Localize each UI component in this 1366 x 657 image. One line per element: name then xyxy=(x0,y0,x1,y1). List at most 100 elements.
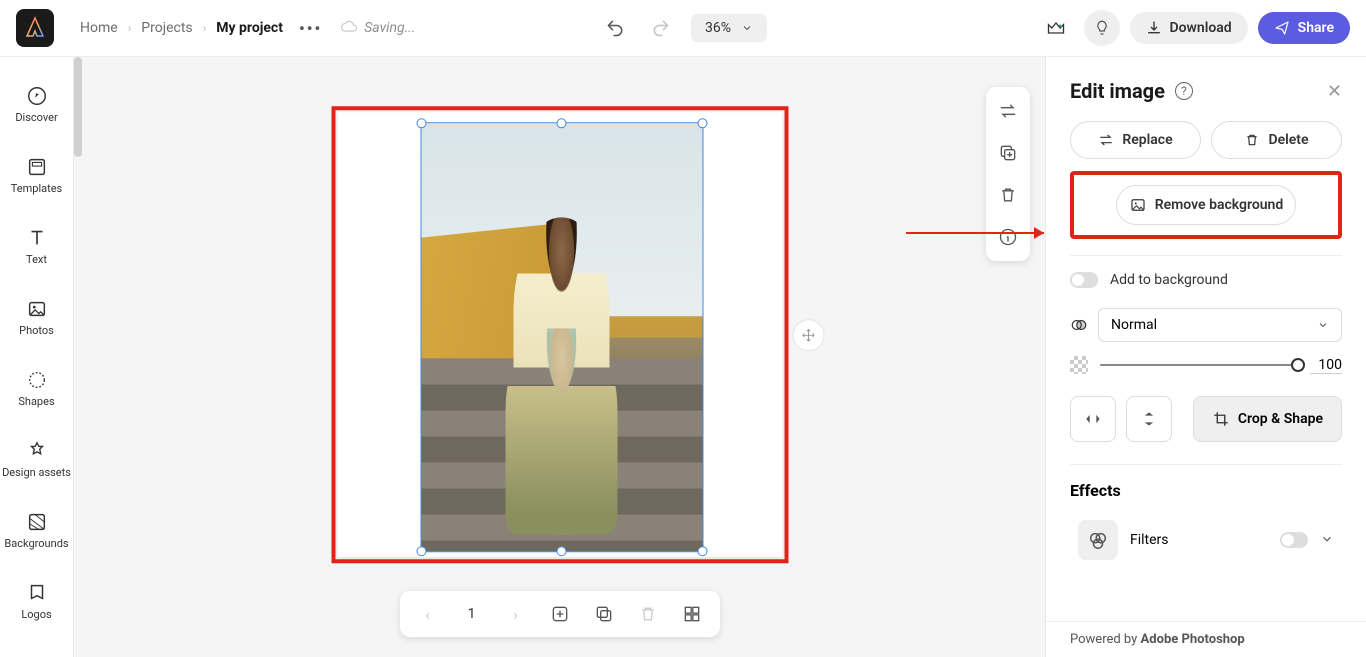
duplicate-button[interactable] xyxy=(992,137,1024,169)
share-label: Share xyxy=(1298,20,1334,36)
app-logo[interactable] xyxy=(16,9,54,47)
flip-v-icon xyxy=(1139,409,1159,429)
add-page-button[interactable] xyxy=(542,596,578,632)
footer-prefix: Powered by xyxy=(1070,632,1141,647)
swap-button[interactable] xyxy=(992,95,1024,127)
crown-icon xyxy=(1046,18,1066,38)
expand-filters-button[interactable] xyxy=(1320,531,1334,550)
premium-button[interactable] xyxy=(1038,10,1074,46)
crop-icon xyxy=(1212,410,1230,428)
resize-handle[interactable] xyxy=(697,118,707,128)
rail-label: Shapes xyxy=(18,395,54,408)
resize-handle[interactable] xyxy=(697,546,707,556)
rail-label: Photos xyxy=(19,324,54,337)
chevron-down-icon xyxy=(1317,319,1329,331)
breadcrumb-projects[interactable]: Projects xyxy=(135,16,198,40)
rail-backgrounds[interactable]: Backgrounds xyxy=(0,511,73,550)
zoom-dropdown[interactable]: 36% xyxy=(691,14,767,42)
panel-header: Edit image ? ✕ xyxy=(1070,79,1342,103)
opacity-value[interactable]: 100 xyxy=(1310,357,1342,374)
context-toolbar xyxy=(986,87,1030,261)
help-button[interactable]: ? xyxy=(1175,82,1193,100)
plus-square-icon xyxy=(550,604,570,624)
panel-title: Edit image xyxy=(1070,79,1165,103)
slider-thumb[interactable] xyxy=(1291,358,1305,372)
rail-logos[interactable]: Logos xyxy=(0,582,73,621)
more-menu-button[interactable]: ••• xyxy=(299,19,322,38)
rail-photos[interactable]: Photos xyxy=(0,298,73,337)
move-icon xyxy=(801,328,815,342)
current-page-number: 1 xyxy=(454,596,490,632)
scrollbar[interactable] xyxy=(74,57,82,157)
remove-background-button[interactable]: Remove background xyxy=(1116,185,1296,225)
canvas-area[interactable]: ‹ 1 › xyxy=(74,57,1045,657)
rail-shapes[interactable]: Shapes xyxy=(0,369,73,408)
download-button[interactable]: Download xyxy=(1130,12,1248,44)
breadcrumb-home[interactable]: Home xyxy=(74,16,124,40)
add-to-background-toggle[interactable] xyxy=(1070,272,1098,288)
rail-text[interactable]: Text xyxy=(0,227,73,266)
artboard[interactable] xyxy=(337,112,782,557)
next-page-button: › xyxy=(498,596,534,632)
delete-image-button[interactable]: Delete xyxy=(1211,121,1342,159)
resize-handle[interactable] xyxy=(557,546,567,556)
effects-section-title: Effects xyxy=(1070,481,1342,500)
transform-tools-row: Crop & Shape xyxy=(1070,396,1342,442)
info-button[interactable] xyxy=(992,221,1024,253)
swap-icon xyxy=(998,101,1018,121)
right-toolbar: Download Share xyxy=(1038,10,1351,46)
rail-templates[interactable]: Templates xyxy=(0,156,73,195)
download-label: Download xyxy=(1170,20,1232,36)
flip-horizontal-button[interactable] xyxy=(1070,396,1116,442)
resize-handle[interactable] xyxy=(416,546,426,556)
zoom-level-label: 36% xyxy=(705,20,731,36)
blend-icon xyxy=(1070,316,1088,334)
opacity-slider[interactable] xyxy=(1100,364,1298,366)
delete-page-button xyxy=(630,596,666,632)
move-handle[interactable] xyxy=(792,319,824,351)
filters-icon-wrap xyxy=(1078,520,1118,560)
delete-button[interactable] xyxy=(992,179,1024,211)
trash-icon xyxy=(1244,132,1260,148)
tips-button[interactable] xyxy=(1084,10,1120,46)
divider xyxy=(1070,464,1342,465)
rail-label: Backgrounds xyxy=(4,537,68,550)
rail-label: Design assets xyxy=(2,466,71,479)
close-panel-button[interactable]: ✕ xyxy=(1327,81,1342,102)
shapes-icon xyxy=(26,369,48,391)
filters-toggle[interactable] xyxy=(1280,532,1308,548)
image-content xyxy=(421,123,702,551)
artboard-wrapper xyxy=(337,112,782,557)
blend-mode-dropdown[interactable]: Normal xyxy=(1098,308,1342,342)
left-rail: Discover Templates Text Photos Shapes De… xyxy=(0,57,74,657)
opacity-icon xyxy=(1070,356,1088,374)
rail-label: Logos xyxy=(21,608,51,621)
blend-mode-value: Normal xyxy=(1111,317,1157,333)
right-panel: Edit image ? ✕ Replace Delete Remove bac… xyxy=(1045,57,1366,657)
panel-footer: Powered by Adobe Photoshop xyxy=(1046,621,1366,657)
trash-icon xyxy=(638,604,658,624)
selected-image[interactable] xyxy=(420,122,703,552)
resize-handle[interactable] xyxy=(557,118,567,128)
grid-view-button[interactable] xyxy=(674,596,710,632)
replace-button[interactable]: Replace xyxy=(1070,121,1201,159)
chevron-right-icon: › xyxy=(128,21,132,35)
duplicate-icon xyxy=(594,604,614,624)
undo-button[interactable] xyxy=(599,12,631,44)
add-to-bg-label: Add to background xyxy=(1110,272,1228,288)
flip-vertical-button[interactable] xyxy=(1126,396,1172,442)
breadcrumb-current[interactable]: My project xyxy=(210,16,289,40)
filters-row[interactable]: Filters xyxy=(1070,512,1342,568)
cloud-sync-icon xyxy=(340,19,358,37)
divider xyxy=(1070,255,1342,256)
photos-icon xyxy=(26,298,48,320)
duplicate-page-button[interactable] xyxy=(586,596,622,632)
redo-button[interactable] xyxy=(645,12,677,44)
crop-shape-button[interactable]: Crop & Shape xyxy=(1193,396,1342,442)
rail-design-assets[interactable]: Design assets xyxy=(0,440,73,479)
rail-discover[interactable]: Discover xyxy=(0,85,73,124)
rail-label: Discover xyxy=(15,111,57,124)
resize-handle[interactable] xyxy=(416,118,426,128)
prev-page-button: ‹ xyxy=(410,596,446,632)
share-button[interactable]: Share xyxy=(1258,12,1350,44)
